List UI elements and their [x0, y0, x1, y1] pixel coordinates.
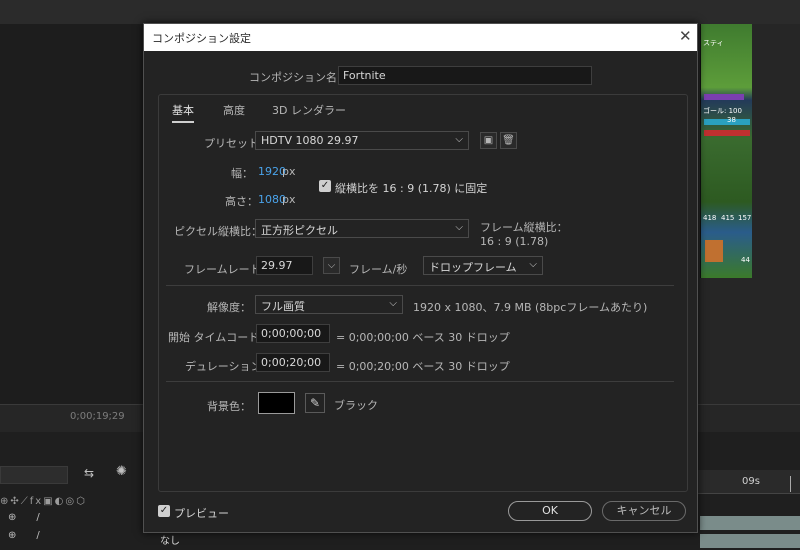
preview-checkbox[interactable]: ✓ — [158, 505, 170, 517]
close-icon[interactable]: ✕ — [679, 27, 692, 45]
game-hud-count: 157 — [738, 214, 752, 222]
composition-name-label: コンポジション名： — [249, 71, 348, 84]
app-top-bar — [0, 0, 800, 24]
game-hud-count: 418 — [703, 214, 717, 222]
section-divider — [166, 381, 674, 382]
drop-frame-value: ドロップフレーム — [429, 261, 517, 274]
layer-track-bar[interactable] — [700, 516, 800, 530]
chevron-down-icon: ⌵ — [455, 134, 463, 145]
start-timecode-info: = 0;00;00;00 ベース 30 ドロップ — [336, 331, 510, 344]
pixel-aspect-label: ピクセル縦横比： — [174, 225, 262, 238]
preset-value: HDTV 1080 29.97 — [261, 134, 359, 147]
tab-3d-renderer[interactable]: 3D レンダラー — [272, 102, 346, 118]
chevron-down-icon: ⌵ — [455, 222, 463, 233]
start-timecode-label: 開始 タイムコード： — [168, 331, 271, 344]
tab-advanced[interactable]: 高度 — [223, 102, 245, 118]
game-hud-ammo: 38 — [727, 116, 736, 124]
trash-icon[interactable]: 🗑 — [500, 132, 517, 149]
game-hud-item — [705, 240, 723, 262]
frame-aspect-label: フレーム縦横比： — [480, 221, 568, 234]
framerate-input[interactable]: 29.97 — [256, 256, 313, 275]
height-unit: px — [282, 193, 296, 206]
layer-row[interactable]: ⊕ / — [0, 512, 145, 530]
game-hud-count: 415 — [721, 214, 735, 222]
save-preset-icon[interactable]: ▣ — [480, 132, 497, 149]
layer-switches-header: ⊕✣⟋fx▣◐◎⬡ — [0, 496, 87, 507]
settings-tab-panel — [158, 94, 688, 492]
resolution-value: フル画質 — [261, 300, 305, 313]
composition-name-input[interactable]: Fortnite — [338, 66, 592, 85]
layer-track-bar[interactable] — [700, 534, 800, 548]
section-divider — [166, 285, 674, 286]
duration-input[interactable]: 0;00;20;00 — [256, 353, 330, 372]
dialog-titlebar[interactable]: コンポジション設定 ✕ — [144, 24, 697, 51]
game-footage-thumbnail: スティ ゴール: 100 38 418 415 157 44 — [700, 24, 752, 278]
parent-select[interactable]: なし — [160, 532, 180, 547]
resolution-select[interactable]: フル画質 ⌵ — [255, 295, 403, 314]
layer-row[interactable]: ⊕ / — [0, 530, 145, 548]
background-color-name: ブラック — [334, 399, 378, 412]
lock-aspect-checkbox[interactable]: ✓ — [319, 180, 331, 192]
chevron-down-icon: ⌵ — [529, 259, 537, 270]
lock-aspect-label: 縦横比を 16 : 9 (1.78) に固定 — [335, 182, 488, 195]
timeline-search-input[interactable] — [0, 466, 68, 484]
resolution-info: 1920 x 1080、7.9 MB (8bpcフレームあたり) — [413, 301, 648, 314]
eyedropper-icon[interactable]: ✎ — [305, 393, 325, 413]
ok-button[interactable]: OK — [508, 501, 592, 521]
chevron-down-icon[interactable]: ⌵ — [323, 257, 340, 274]
game-hud-health — [704, 130, 750, 136]
timecode-display[interactable]: 0;00;19;29 — [70, 411, 125, 422]
frame-aspect-value: 16 : 9 (1.78) — [480, 235, 549, 248]
width-unit: px — [282, 165, 296, 178]
game-hud-player: スティ — [703, 39, 724, 47]
framerate-unit: フレーム/秒 — [349, 263, 408, 276]
project-panel — [0, 24, 145, 404]
preview-label: プレビュー — [174, 507, 229, 520]
playhead[interactable] — [790, 476, 791, 492]
dialog-title: コンポジション設定 — [152, 32, 251, 45]
width-label: 幅： — [231, 167, 253, 180]
graph-icon[interactable]: ⇆ — [84, 466, 94, 480]
composition-settings-dialog: コンポジション設定 ✕ コンポジション名： Fortnite 基本 高度 3D … — [143, 23, 698, 533]
resolution-label: 解像度： — [207, 301, 251, 314]
background-color-label: 背景色： — [207, 400, 251, 413]
chevron-down-icon: ⌵ — [389, 298, 397, 309]
height-label: 高さ： — [225, 195, 258, 208]
start-timecode-input[interactable]: 0;00;00;00 — [256, 324, 330, 343]
game-hud-goal: ゴール: 100 — [703, 107, 742, 115]
preset-select[interactable]: HDTV 1080 29.97 ⌵ — [255, 131, 469, 150]
cancel-button[interactable]: キャンセル — [602, 501, 686, 521]
pixel-aspect-value: 正方形ピクセル — [261, 224, 338, 237]
tab-basic[interactable]: 基本 — [172, 102, 194, 123]
game-hud-bar — [704, 94, 744, 100]
background-color-swatch[interactable] — [258, 392, 295, 414]
pixel-aspect-select[interactable]: 正方形ピクセル ⌵ — [255, 219, 469, 238]
solo-icon[interactable]: ✺ — [116, 464, 127, 479]
drop-frame-select[interactable]: ドロップフレーム ⌵ — [423, 256, 543, 275]
game-hud-level: 44 — [741, 256, 750, 264]
duration-info: = 0;00;20;00 ベース 30 ドロップ — [336, 360, 510, 373]
time-ruler-label: 09s — [742, 476, 760, 487]
